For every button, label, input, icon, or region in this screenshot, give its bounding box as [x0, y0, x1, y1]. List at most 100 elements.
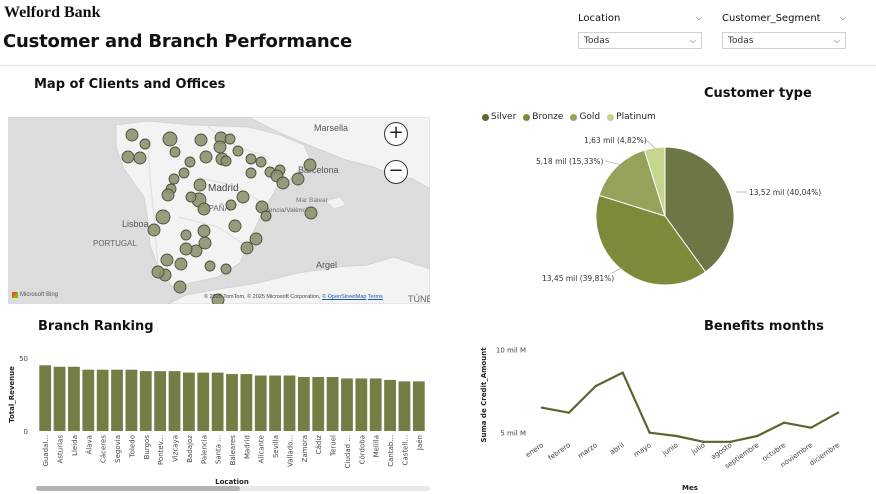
chevron-down-icon[interactable]: ⌵ — [690, 36, 696, 46]
map-bubble[interactable] — [169, 146, 181, 158]
map-bubble[interactable] — [197, 202, 211, 216]
line-point[interactable] — [809, 426, 813, 429]
legend-item-gold[interactable]: Gold — [570, 112, 600, 122]
segment-slicer-header[interactable]: Customer_Segment ⌵ — [722, 10, 846, 26]
bar-21[interactable] — [341, 378, 353, 431]
line-point[interactable] — [648, 431, 651, 434]
map-bubble[interactable] — [139, 138, 151, 150]
map-bubble[interactable] — [236, 190, 250, 204]
legend-item-silver[interactable]: Silver — [482, 112, 516, 122]
map-bubble[interactable] — [125, 128, 139, 142]
bar-2[interactable] — [68, 366, 80, 431]
map-bubble[interactable] — [194, 133, 208, 147]
bar-0[interactable] — [39, 365, 52, 431]
bar-17[interactable] — [283, 375, 296, 431]
map-bubble[interactable] — [245, 167, 257, 179]
map-bubble[interactable] — [204, 260, 216, 272]
benefits-months-line-chart[interactable]: 5 mil M 10 mil M Suma de Credit_Amountener… — [476, 336, 876, 494]
scrollbar-thumb[interactable] — [36, 486, 240, 491]
map-bubble[interactable] — [213, 140, 227, 154]
map-bubble[interactable] — [220, 155, 232, 167]
map-bubble[interactable] — [161, 188, 175, 202]
chevron-down-icon[interactable]: ⌵ — [834, 36, 840, 46]
customer-segment-slicer[interactable]: Customer_Segment ⌵ Todas ⌵ — [722, 10, 846, 49]
customer-type-pie-chart[interactable] — [580, 140, 740, 290]
bar-18[interactable] — [297, 376, 310, 431]
zoom-out-button[interactable]: − — [384, 160, 408, 184]
map-bubble[interactable] — [180, 229, 192, 241]
map-bubble[interactable] — [197, 224, 211, 238]
map-bubble[interactable] — [232, 145, 244, 157]
map-bubble[interactable] — [133, 151, 147, 165]
bar-19[interactable] — [312, 376, 325, 431]
bar-20[interactable] — [326, 376, 339, 431]
map-bubble[interactable] — [304, 206, 318, 220]
bar-9[interactable] — [168, 371, 181, 431]
map-bubble[interactable] — [198, 236, 212, 250]
bar-8[interactable] — [154, 371, 167, 431]
map-bubble[interactable] — [249, 232, 263, 246]
bar-13[interactable] — [226, 374, 238, 431]
bar-7[interactable] — [139, 371, 152, 431]
bar-1[interactable] — [53, 366, 66, 431]
bar-3[interactable] — [82, 369, 95, 431]
map-bubble[interactable] — [228, 219, 242, 233]
chevron-down-icon[interactable]: ⌵ — [840, 13, 846, 23]
bar-4[interactable] — [96, 369, 109, 431]
bar-23[interactable] — [369, 378, 382, 431]
map-bubble[interactable] — [199, 150, 213, 164]
line-point[interactable] — [567, 411, 571, 414]
map-bubble[interactable] — [168, 173, 180, 185]
map-bubble[interactable] — [225, 199, 237, 211]
segment-dropdown[interactable]: Todas ⌵ — [722, 32, 846, 49]
map-bubble[interactable] — [185, 191, 197, 203]
map-bubble[interactable] — [240, 241, 254, 255]
map-canvas[interactable]: Marsella Barcelona Madrid ESPAÑA Lisboa … — [8, 117, 430, 304]
bar-10[interactable] — [182, 372, 195, 431]
map-bubble[interactable] — [179, 242, 193, 256]
chevron-down-icon[interactable]: ⌵ — [696, 13, 702, 23]
map-bubble[interactable] — [291, 172, 305, 186]
line-point[interactable] — [540, 406, 544, 409]
map-bubble[interactable] — [276, 176, 290, 190]
line-point[interactable] — [782, 421, 786, 424]
benefits-line[interactable] — [541, 371, 839, 443]
legend-item-platinum[interactable]: Platinum — [607, 112, 656, 122]
bar-25[interactable] — [398, 381, 411, 431]
zoom-in-button[interactable]: + — [384, 122, 408, 146]
map-bubble[interactable] — [245, 153, 257, 165]
location-slicer[interactable]: Location ⌵ Todas ⌵ — [578, 10, 702, 49]
bar-15[interactable] — [254, 375, 267, 431]
map-bubble[interactable] — [174, 257, 188, 271]
map-bubble[interactable] — [255, 156, 267, 168]
map-bubble[interactable] — [220, 263, 232, 275]
branch-ranking-bar-chart[interactable]: 0 50Total_Revenue Guadal... Asturias Lleida Á… — [0, 340, 440, 490]
map-bubble[interactable] — [303, 158, 317, 172]
terms-link[interactable]: Terms — [368, 294, 383, 300]
line-point[interactable] — [756, 434, 759, 438]
map-bubble[interactable] — [224, 133, 236, 145]
clients-offices-map[interactable]: Marsella Barcelona Madrid ESPAÑA Lisboa … — [8, 117, 430, 304]
map-bubble[interactable] — [173, 280, 187, 294]
legend-item-bronze[interactable]: Bronze — [523, 112, 563, 122]
map-bubble[interactable] — [160, 253, 174, 267]
map-bubble[interactable] — [147, 223, 161, 237]
bar-5[interactable] — [111, 369, 123, 431]
line-point[interactable] — [621, 371, 624, 374]
bar-26[interactable] — [412, 381, 425, 431]
map-bubble[interactable] — [155, 209, 171, 225]
map-bubble[interactable] — [162, 131, 178, 147]
bar-12[interactable] — [211, 372, 224, 431]
map-bubble[interactable] — [184, 156, 196, 168]
location-dropdown[interactable]: Todas ⌵ — [578, 32, 702, 49]
bar-22[interactable] — [355, 378, 368, 431]
map-bubble[interactable] — [193, 178, 207, 192]
bar-14[interactable] — [240, 374, 253, 431]
bar-24[interactable] — [384, 379, 396, 431]
map-bubble[interactable] — [260, 210, 272, 222]
map-bubble[interactable] — [121, 150, 135, 164]
line-point[interactable] — [675, 434, 678, 438]
bar-16[interactable] — [269, 375, 282, 431]
openstreetmap-link[interactable]: © OpenStreetMap — [322, 294, 366, 300]
bar-11[interactable] — [197, 372, 210, 431]
